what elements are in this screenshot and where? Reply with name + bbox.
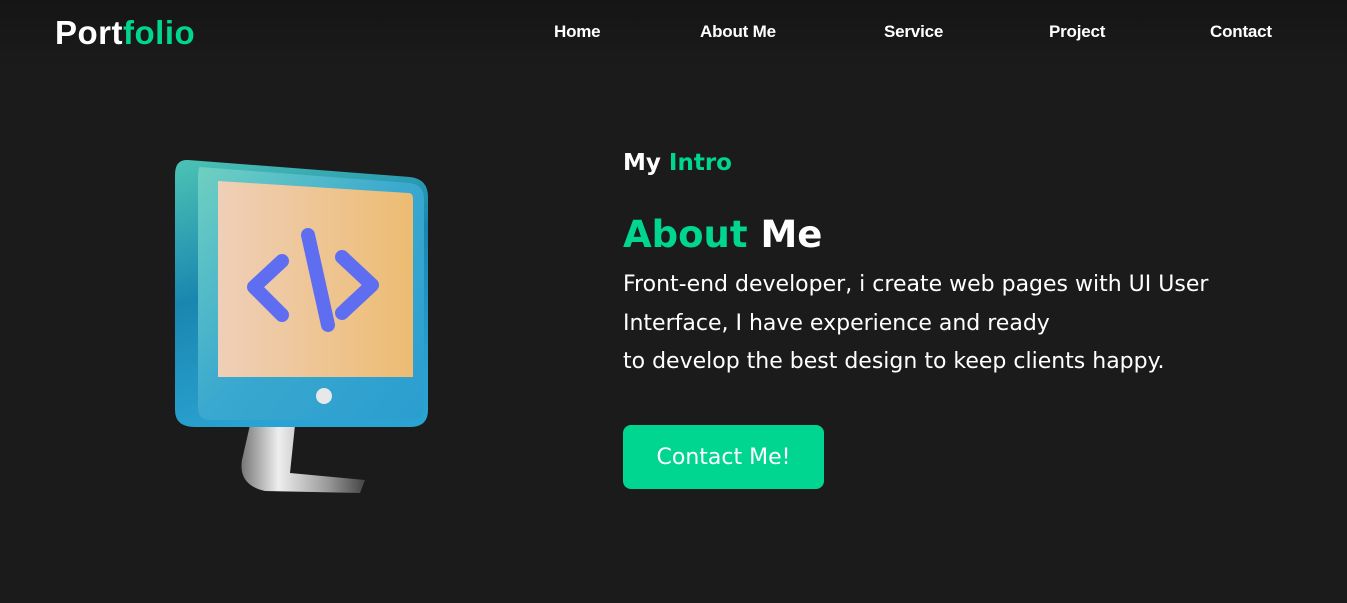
logo-accent: folio [123,14,196,51]
logo-main: Port [55,14,123,51]
section-subtitle: My Intro [623,150,732,176]
section-title: About Me [623,213,823,256]
nav-contact[interactable]: Contact [1210,22,1272,42]
about-description: Front-end developer, i create web pages … [623,266,1303,382]
description-line: Front-end developer, i create web pages … [623,272,1209,297]
nav-home[interactable]: Home [554,22,601,42]
logo[interactable]: Portfolio [55,14,195,52]
power-button [316,388,332,404]
nav-service[interactable]: Service [884,22,943,42]
description-line: to develop the best design to keep clien… [623,349,1165,374]
computer-monitor-code-icon [175,159,428,493]
nav-about-me[interactable]: About Me [700,22,776,42]
description-line: Interface, I have experience and ready [623,310,1050,336]
header: Portfolio Home About Me Service Project … [0,0,1347,70]
nav-project[interactable]: Project [1049,22,1105,42]
monitor-stand [241,425,365,493]
contact-me-button[interactable]: Contact Me! [623,425,824,489]
